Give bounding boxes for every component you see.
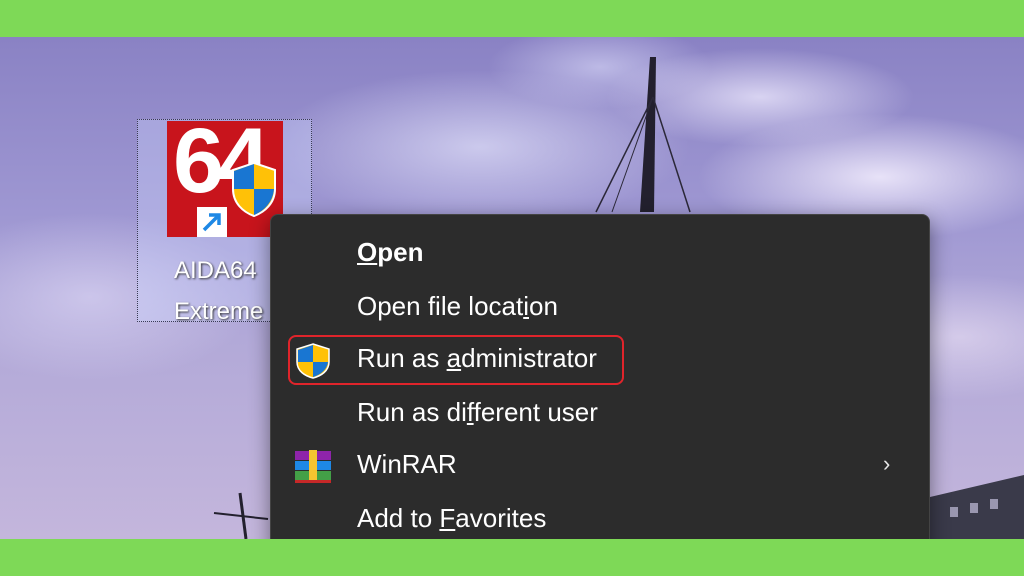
- shortcut-arrow-icon: [197, 207, 227, 237]
- context-menu: Open Open file location Run as administr…: [270, 214, 930, 554]
- uac-shield-icon: [293, 343, 333, 384]
- menu-item-run-as-different-user-label: Run as different user: [357, 397, 598, 427]
- menu-item-open-file-location-label: Open file location: [357, 291, 558, 321]
- aida64-app-icon: 64: [167, 110, 283, 237]
- winrar-icon: [293, 449, 333, 490]
- top-frame-bar: [0, 0, 1024, 37]
- uac-shield-icon: [229, 161, 279, 222]
- menu-item-open-file-location[interactable]: Open file location: [271, 281, 929, 333]
- bottom-frame-bar: [0, 539, 1024, 576]
- menu-item-add-to-favorites-label: Add to Favorites: [357, 503, 547, 533]
- menu-item-run-as-administrator-label: Run as administrator: [357, 343, 597, 373]
- menu-item-run-as-administrator[interactable]: Run as administrator: [271, 333, 929, 385]
- menu-item-winrar-label: WinRAR: [357, 449, 457, 479]
- menu-item-winrar[interactable]: WinRAR ›: [271, 439, 929, 491]
- menu-item-add-to-favorites[interactable]: Add to Favorites: [271, 493, 929, 545]
- menu-item-open[interactable]: Open: [271, 227, 929, 279]
- menu-item-run-as-different-user[interactable]: Run as different user: [271, 387, 929, 439]
- chevron-right-icon: ›: [883, 451, 891, 476]
- menu-item-open-label: Open: [357, 237, 424, 267]
